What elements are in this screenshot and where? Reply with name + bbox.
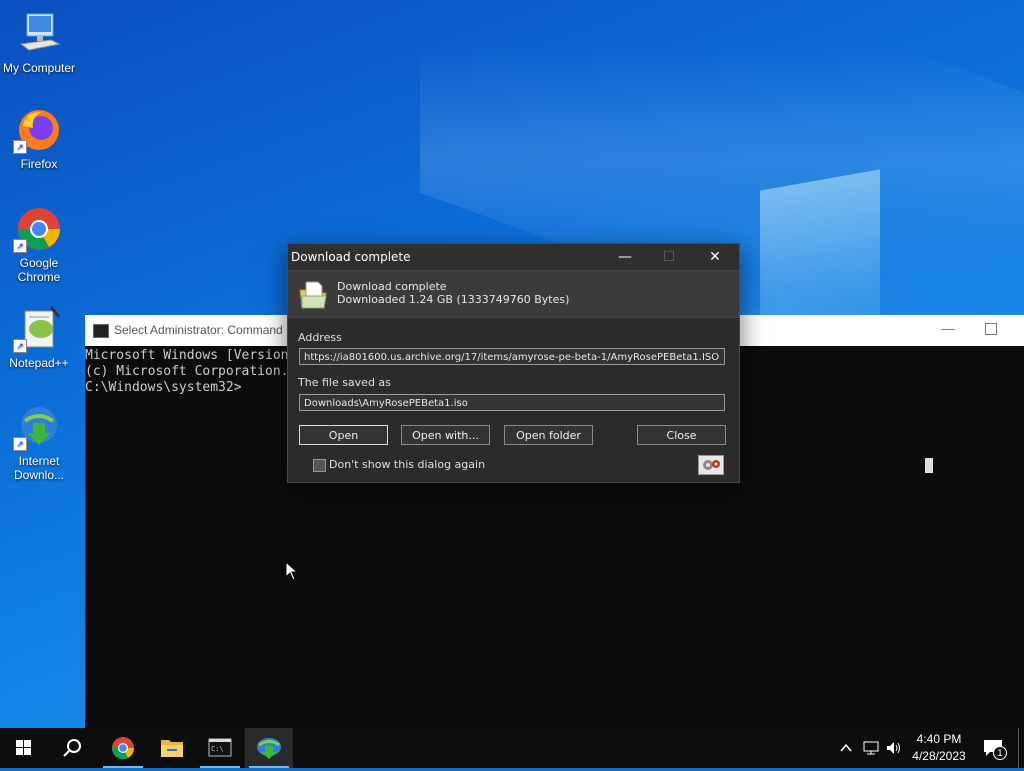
command-prompt-icon: C:\ (208, 738, 232, 757)
close-dialog-button[interactable]: Close (637, 425, 726, 445)
computer-icon (15, 10, 63, 58)
chrome-icon: ↗ (13, 205, 63, 253)
download-complete-dialog[interactable]: Download complete — ☐ ✕ Download complet… (287, 243, 740, 483)
address-label: Address (298, 331, 342, 344)
desktop-icon-google-chrome[interactable]: ↗ Google Chrome (0, 205, 78, 284)
taskbar-internet-download-manager[interactable] (245, 728, 293, 768)
start-button[interactable] (0, 728, 48, 768)
desktop-icon-firefox[interactable]: ↗ Firefox (0, 106, 78, 171)
desktop-icon-label: Notepad++ (9, 356, 69, 370)
action-center-icon[interactable]: 1 (982, 738, 1008, 760)
search-icon (63, 739, 81, 757)
shortcut-arrow-icon: ↗ (13, 437, 27, 451)
desktop-icon-label: My Computer (2, 61, 76, 75)
dialog-title: Download complete (291, 250, 411, 264)
minimize-button[interactable]: — (609, 247, 641, 267)
show-desktop-button[interactable] (1018, 728, 1024, 768)
desktop-icon-label: Internet Downlo... (13, 454, 65, 482)
text-cursor (925, 458, 933, 473)
maximize-button[interactable] (985, 323, 997, 335)
header-status: Download complete (337, 280, 447, 293)
minimize-button[interactable]: — (937, 320, 959, 340)
clock-time[interactable]: 4:40 PM (908, 732, 970, 746)
download-folder-icon (298, 278, 328, 310)
dialog-header: Download complete Downloaded 1.24 GB (13… (288, 270, 739, 318)
network-icon[interactable] (862, 740, 880, 756)
saved-path-field[interactable]: Downloads\AmyRosePEBeta1.iso (299, 394, 725, 411)
taskbar-file-explorer[interactable] (148, 728, 196, 768)
desktop-icon-label: Firefox (20, 157, 58, 171)
open-button[interactable]: Open (299, 425, 388, 445)
saved-as-label: The file saved as (298, 376, 391, 389)
clock-date[interactable]: 4/28/2023 (908, 749, 970, 763)
command-prompt-icon (93, 324, 109, 338)
volume-icon[interactable] (885, 740, 903, 756)
svg-text:C:\: C:\ (211, 745, 224, 753)
settings-icon[interactable] (698, 455, 724, 475)
desktop-icon-internet-download-manager[interactable]: ↗ Internet Downlo... (0, 403, 78, 482)
shortcut-arrow-icon: ↗ (13, 339, 27, 353)
internet-download-manager-icon (257, 738, 281, 759)
dont-show-again-label[interactable]: Don't show this dialog again (329, 458, 485, 471)
taskbar: C:\ 4:40 PM 4/28/2023 1 (0, 728, 1024, 768)
file-explorer-icon (161, 740, 183, 757)
maximize-button[interactable]: ☐ (653, 247, 685, 267)
search-button[interactable] (48, 728, 96, 768)
desktop-icon-my-computer[interactable]: My Computer (0, 10, 78, 75)
mouse-pointer-icon (285, 560, 299, 584)
windows-start-icon (16, 740, 31, 755)
shortcut-arrow-icon: ↗ (13, 140, 27, 154)
desktop-icon-label: Google Chrome (17, 256, 61, 284)
desktop: My Computer ↗ Firefox ↗ Google Chrome ↗ … (0, 0, 1024, 728)
chrome-icon (111, 737, 135, 760)
header-size: Downloaded 1.24 GB (1333749760 Bytes) (337, 293, 570, 306)
open-folder-button[interactable]: Open folder (504, 425, 593, 445)
taskbar-command-prompt[interactable]: C:\ (196, 728, 244, 768)
show-hidden-icons-chevron-up-icon[interactable] (838, 740, 854, 756)
taskbar-chrome[interactable] (99, 728, 147, 768)
firefox-icon: ↗ (13, 106, 63, 154)
close-button[interactable]: ✕ (699, 247, 731, 267)
open-with-button[interactable]: Open with... (401, 425, 490, 445)
shortcut-arrow-icon: ↗ (13, 239, 27, 253)
notepad-plus-plus-icon: ↗ (13, 305, 63, 353)
internet-download-manager-icon: ↗ (13, 403, 63, 451)
address-field[interactable]: https://ia801600.us.archive.org/17/items… (299, 348, 725, 365)
notification-count-badge: 1 (993, 746, 1007, 760)
desktop-icon-notepad-plus-plus[interactable]: ↗ Notepad++ (0, 305, 78, 370)
dialog-titlebar[interactable]: Download complete — ☐ ✕ (288, 244, 739, 270)
dont-show-again-checkbox[interactable] (313, 459, 326, 472)
